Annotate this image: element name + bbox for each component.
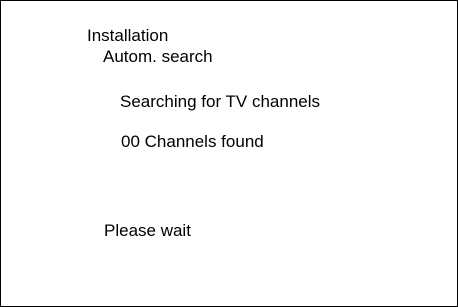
please-wait-message: Please wait [104, 221, 191, 240]
channels-found-count: 00 Channels found [121, 132, 264, 151]
tv-osd-screen: Installation Autom. search Searching for… [0, 0, 458, 307]
search-status-text: Searching for TV channels [120, 92, 321, 111]
submenu-title: Autom. search [103, 47, 213, 66]
menu-title: Installation [87, 26, 169, 45]
